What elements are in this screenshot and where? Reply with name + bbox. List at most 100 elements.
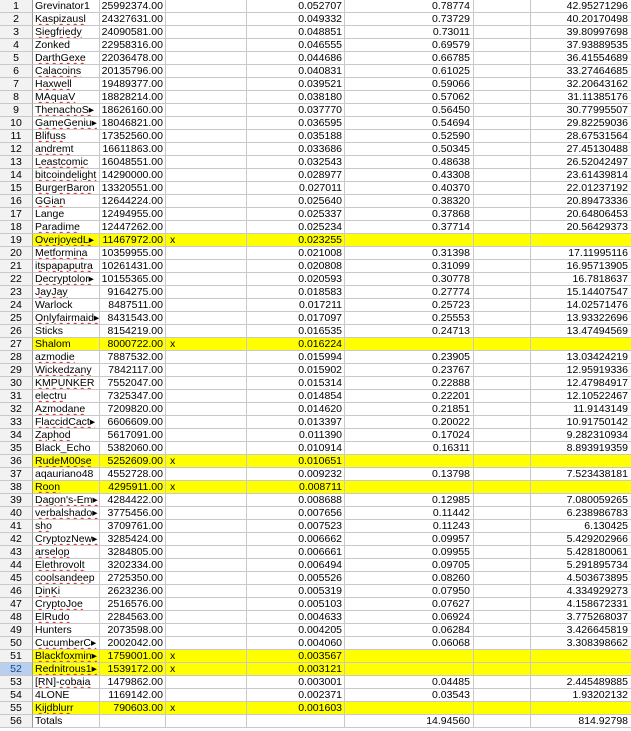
payout-cell[interactable]: 8.893919359 xyxy=(531,442,631,455)
share-cell[interactable]: 0.014854 xyxy=(247,390,345,403)
flag-cell[interactable] xyxy=(166,91,247,104)
share-cell[interactable]: 0.006662 xyxy=(247,533,345,546)
row-header[interactable]: 48 xyxy=(0,611,33,624)
name-cell[interactable]: GGian xyxy=(33,195,100,208)
payout-cell[interactable] xyxy=(531,702,631,715)
value-cell[interactable]: 22958316.00 xyxy=(100,39,166,52)
empty-cell[interactable] xyxy=(474,351,531,364)
name-cell[interactable]: DinKi xyxy=(33,585,100,598)
flag-cell[interactable]: x xyxy=(166,338,247,351)
value-cell[interactable]: 2073598.00 xyxy=(100,624,166,637)
share-cell[interactable]: 0.004060 xyxy=(247,637,345,650)
payout-cell[interactable] xyxy=(531,650,631,663)
share-cell[interactable]: 0.001603 xyxy=(247,702,345,715)
flag-cell[interactable] xyxy=(166,520,247,533)
name-cell[interactable]: BurgerBaron xyxy=(33,182,100,195)
row-header[interactable]: 38 xyxy=(0,481,33,494)
amount-cell[interactable]: 0.09955 xyxy=(345,546,474,559)
value-cell[interactable]: 3284805.00 xyxy=(100,546,166,559)
flag-cell[interactable] xyxy=(166,429,247,442)
share-cell[interactable]: 0.015314 xyxy=(247,377,345,390)
payout-cell[interactable]: 13.93322696 xyxy=(531,312,631,325)
empty-cell[interactable] xyxy=(474,390,531,403)
payout-cell[interactable] xyxy=(531,481,631,494)
amount-cell[interactable] xyxy=(345,481,474,494)
empty-cell[interactable] xyxy=(474,117,531,130)
empty-cell[interactable] xyxy=(474,104,531,117)
share-cell[interactable]: 0.044686 xyxy=(247,52,345,65)
empty-cell[interactable] xyxy=(474,585,531,598)
empty-cell[interactable] xyxy=(474,52,531,65)
row-header[interactable]: 35 xyxy=(0,442,33,455)
flag-cell[interactable] xyxy=(166,286,247,299)
name-cell[interactable]: JayJay xyxy=(33,286,100,299)
payout-cell[interactable]: 17.11995116 xyxy=(531,247,631,260)
empty-cell[interactable] xyxy=(474,689,531,702)
flag-cell[interactable] xyxy=(166,221,247,234)
flag-cell[interactable] xyxy=(166,611,247,624)
flag-cell[interactable] xyxy=(166,169,247,182)
empty-cell[interactable] xyxy=(474,598,531,611)
name-cell[interactable]: Grevinator1 xyxy=(33,0,100,13)
share-cell[interactable]: 0.010651 xyxy=(247,455,345,468)
row-header[interactable]: 41 xyxy=(0,520,33,533)
empty-cell[interactable] xyxy=(474,676,531,689)
share-cell[interactable]: 0.046555 xyxy=(247,39,345,52)
empty-cell[interactable] xyxy=(474,429,531,442)
amount-cell[interactable]: 0.69579 xyxy=(345,39,474,52)
flag-cell[interactable] xyxy=(166,247,247,260)
name-cell[interactable]: bitcoindelight xyxy=(33,169,100,182)
amount-cell[interactable]: 0.50345 xyxy=(345,143,474,156)
row-header[interactable]: 53 xyxy=(0,676,33,689)
empty-cell[interactable] xyxy=(474,234,531,247)
empty-cell[interactable] xyxy=(474,364,531,377)
share-cell[interactable]: 0.008711 xyxy=(247,481,345,494)
value-cell[interactable]: 7887532.00 xyxy=(100,351,166,364)
value-cell[interactable]: 3709761.00 xyxy=(100,520,166,533)
flag-cell[interactable] xyxy=(166,260,247,273)
amount-cell[interactable]: 0.61025 xyxy=(345,65,474,78)
empty-cell[interactable] xyxy=(474,273,531,286)
amount-cell[interactable]: 0.27774 xyxy=(345,286,474,299)
amount-cell[interactable]: 0.31398 xyxy=(345,247,474,260)
row-header[interactable]: 46 xyxy=(0,585,33,598)
name-cell[interactable]: DarthGexe xyxy=(33,52,100,65)
flag-cell[interactable] xyxy=(166,598,247,611)
amount-cell[interactable]: 0.06284 xyxy=(345,624,474,637)
name-cell[interactable]: Blifuss xyxy=(33,130,100,143)
share-cell[interactable]: 0.013397 xyxy=(247,416,345,429)
value-cell[interactable]: 2623236.00 xyxy=(100,585,166,598)
share-cell[interactable]: 0.020808 xyxy=(247,260,345,273)
amount-cell[interactable]: 0.06924 xyxy=(345,611,474,624)
payout-cell[interactable]: 32.20643162 xyxy=(531,78,631,91)
value-cell[interactable]: 8487511.00 xyxy=(100,299,166,312)
payout-cell[interactable]: 37.93889535 xyxy=(531,39,631,52)
share-cell[interactable]: 0.011390 xyxy=(247,429,345,442)
payout-cell[interactable]: 5.428180061 xyxy=(531,546,631,559)
flag-cell[interactable] xyxy=(166,364,247,377)
value-cell[interactable]: 13320551.00 xyxy=(100,182,166,195)
name-cell[interactable]: FlaccidCact▸ xyxy=(33,416,100,429)
amount-cell[interactable]: 0.11243 xyxy=(345,520,474,533)
name-cell[interactable]: ThenachoS▸ xyxy=(33,104,100,117)
flag-cell[interactable] xyxy=(166,104,247,117)
empty-cell[interactable] xyxy=(474,455,531,468)
payout-cell[interactable]: 12.47984917 xyxy=(531,377,631,390)
value-cell[interactable]: 18046821.00 xyxy=(100,117,166,130)
flag-cell[interactable] xyxy=(166,351,247,364)
row-header[interactable]: 2 xyxy=(0,13,33,26)
share-cell[interactable]: 0.020593 xyxy=(247,273,345,286)
empty-cell[interactable] xyxy=(474,702,531,715)
share-cell[interactable]: 0.017097 xyxy=(247,312,345,325)
amount-cell[interactable]: 0.22888 xyxy=(345,377,474,390)
empty-cell[interactable] xyxy=(474,156,531,169)
payout-cell[interactable]: 30.77995507 xyxy=(531,104,631,117)
row-header[interactable]: 10 xyxy=(0,117,33,130)
row-header[interactable]: 30 xyxy=(0,377,33,390)
flag-cell[interactable]: x xyxy=(166,702,247,715)
empty-cell[interactable] xyxy=(474,221,531,234)
value-cell[interactable]: 1539172.00 xyxy=(100,663,166,676)
name-cell[interactable]: verbalshado▸ xyxy=(33,507,100,520)
row-header[interactable]: 47 xyxy=(0,598,33,611)
amount-cell[interactable]: 0.23905 xyxy=(345,351,474,364)
